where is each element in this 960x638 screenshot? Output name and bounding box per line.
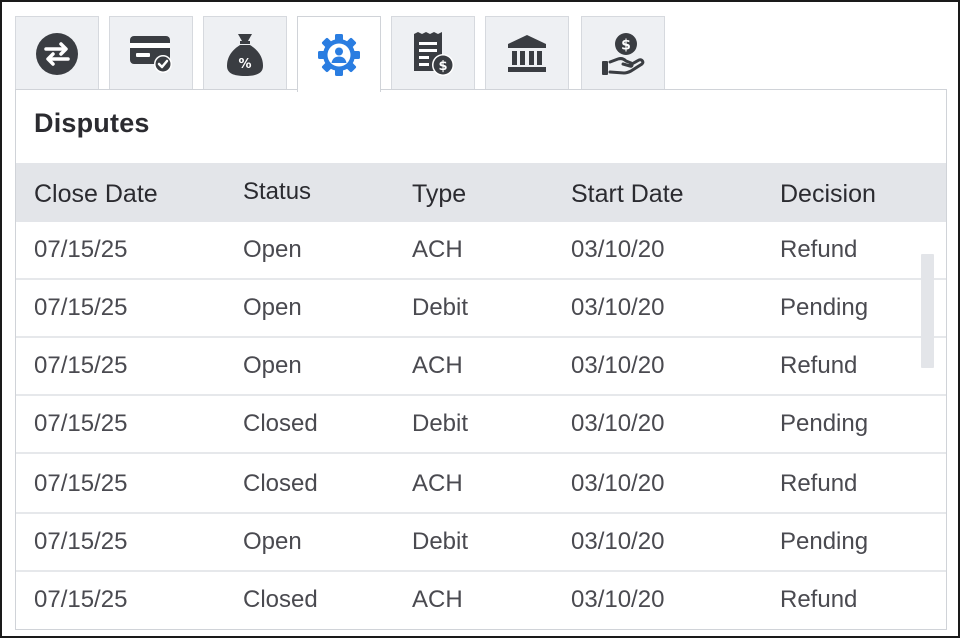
column-header-start-date[interactable]: Start Date [571,163,684,222]
transfer-icon [36,32,78,75]
table-row[interactable]: 07/15/25 Open ACH 03/10/20 Refund [16,338,946,396]
bank-icon [508,34,546,72]
cell-close-date: 07/15/25 [34,470,128,497]
column-header-decision[interactable]: Decision [780,163,876,222]
invoice-dollar-icon: $ [414,31,454,76]
cell-close-date: 07/15/25 [34,586,128,613]
cell-start-date: 03/10/20 [571,528,665,555]
cell-start-date: 03/10/20 [571,410,665,437]
scrollbar-thumb[interactable] [921,254,934,368]
table-row[interactable]: 07/15/25 Open Debit 03/10/20 Pending [16,514,946,572]
cell-status: Closed [243,410,318,437]
table-row[interactable]: 07/15/25 Open ACH 03/10/20 Refund [16,222,946,280]
cell-status: Open [243,352,302,379]
svg-text:%: % [238,57,251,72]
cell-type: Debit [412,410,469,437]
tab-payments[interactable]: $ [581,16,665,90]
column-header-type[interactable]: Type [412,163,466,222]
cell-decision: Refund [780,586,858,613]
cell-close-date: 07/15/25 [34,294,128,321]
table-row[interactable]: 07/15/25 Closed Debit 03/10/20 Pending [16,396,946,454]
cell-decision: Refund [780,470,858,497]
table-row[interactable]: 07/15/25 Closed ACH 03/10/20 Refund [16,572,946,629]
tab-account-settings[interactable] [297,16,381,92]
column-header-status[interactable]: Status [243,163,311,222]
cell-start-date: 03/10/20 [571,352,665,379]
cell-decision: Refund [780,236,858,263]
cell-status: Open [243,236,302,263]
card-verified-icon [130,35,172,73]
panel-title: Disputes [34,108,150,138]
cell-status: Open [243,294,302,321]
cell-close-date: 07/15/25 [34,410,128,437]
table-row[interactable]: 07/15/25 Closed ACH 03/10/20 Refund [16,456,946,514]
money-bag-percent-icon: % [227,33,263,76]
cell-start-date: 03/10/20 [571,294,665,321]
cell-decision: Refund [780,352,858,379]
tab-transfers[interactable] [15,16,99,90]
cell-close-date: 07/15/25 [34,528,128,555]
tab-cards[interactable] [109,16,193,90]
table-row[interactable]: 07/15/25 Open Debit 03/10/20 Pending [16,280,946,338]
svg-text:$: $ [438,59,447,74]
hand-dollar-icon: $ [602,32,645,75]
cell-status: Open [243,528,302,555]
cell-type: ACH [412,352,463,379]
user-gear-icon [318,33,360,76]
tab-loans[interactable]: % [203,16,287,90]
cell-type: ACH [412,236,463,263]
tab-bank[interactable] [485,16,569,90]
cell-decision: Pending [780,410,869,437]
cell-decision: Pending [780,294,869,321]
svg-text:$: $ [621,37,631,53]
cell-type: Debit [412,528,469,555]
cell-type: Debit [412,294,469,321]
disputes-panel: Disputes Close Date Status Type Start Da… [15,89,947,630]
cell-close-date: 07/15/25 [34,352,128,379]
cell-type: ACH [412,470,463,497]
cell-start-date: 03/10/20 [571,470,665,497]
column-header-close-date[interactable]: Close Date [34,163,158,222]
cell-start-date: 03/10/20 [571,236,665,263]
cell-type: ACH [412,586,463,613]
cell-start-date: 03/10/20 [571,586,665,613]
cell-status: Closed [243,586,318,613]
cell-close-date: 07/15/25 [34,236,128,263]
window-frame: % $ $ Disputes Close Date Status Type St… [0,0,960,638]
cell-decision: Pending [780,528,869,555]
cell-status: Closed [243,470,318,497]
tab-statements[interactable]: $ [391,16,475,90]
table-header: Close Date Status Type Start Date Decisi… [16,163,946,222]
